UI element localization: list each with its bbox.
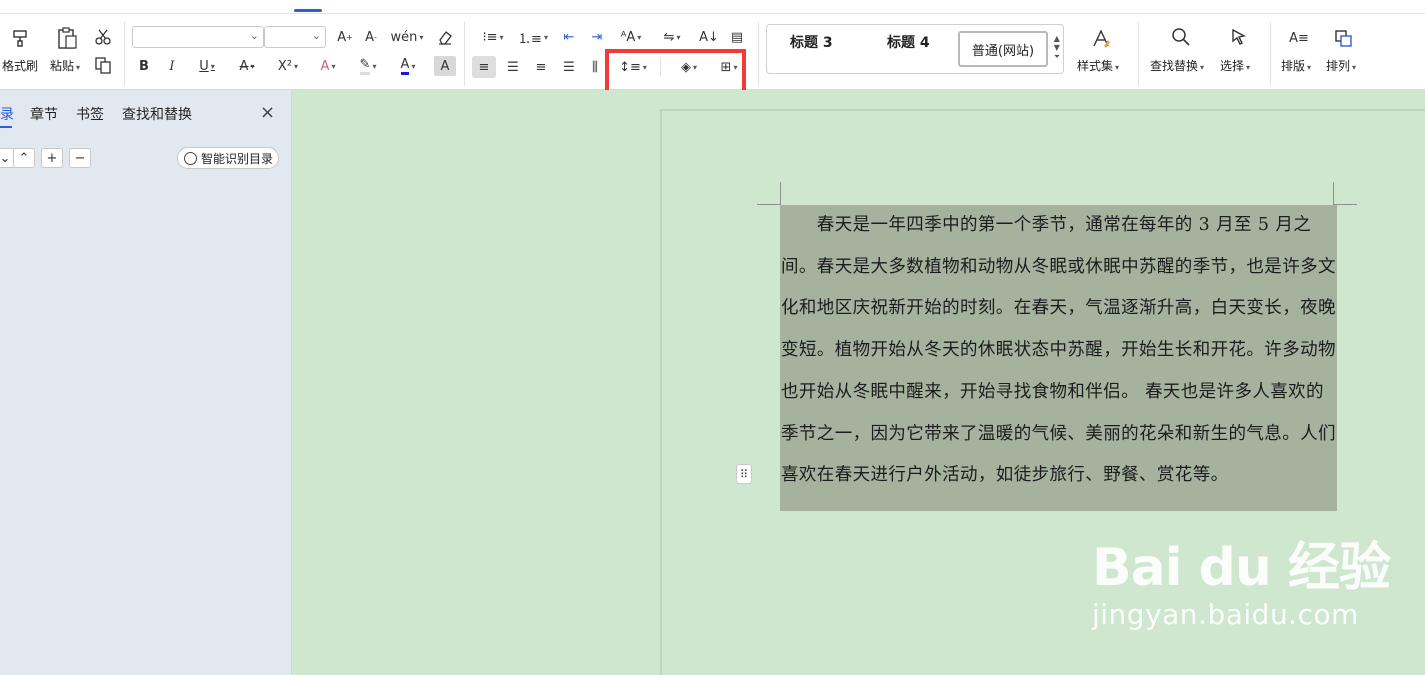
select-label[interactable]: 选择 ▾ [1220, 57, 1250, 74]
menu-tab-strip [0, 0, 1425, 14]
tab-toc[interactable]: 录 [0, 104, 14, 124]
clear-format-icon[interactable] [434, 27, 456, 47]
italic-button[interactable]: I [162, 56, 182, 76]
arrange-label[interactable]: 排列 ▾ [1326, 57, 1356, 74]
font-color-button[interactable]: A ▾ [392, 56, 424, 76]
style-heading-4[interactable]: 标题 4 [887, 32, 930, 52]
toc-expand-button[interactable]: + [41, 148, 63, 168]
style-heading-3[interactable]: 标题 3 [790, 32, 833, 52]
decrease-indent-icon[interactable]: ⇤ [558, 27, 580, 47]
separator [124, 22, 125, 86]
search-icon[interactable] [1168, 24, 1194, 50]
find-replace-label[interactable]: 查找替换 ▾ [1150, 57, 1204, 74]
copy-icon[interactable] [92, 54, 114, 76]
distributed-align-icon[interactable]: ⫼ [584, 56, 606, 78]
drag-handle-icon[interactable]: ⠿ [736, 464, 752, 484]
margin-mark [757, 204, 781, 205]
cursor-icon[interactable] [1226, 24, 1252, 50]
smart-toc-icon [184, 151, 197, 165]
align-left-icon[interactable]: ≡ [472, 56, 496, 78]
tab-toc-underline [0, 126, 12, 128]
style-gallery-scroll[interactable]: ▲ ▼ ⏷ [1051, 28, 1063, 68]
paragraph-swap-icon[interactable]: ⇋ ▾ [656, 27, 688, 47]
bold-button[interactable]: B [134, 56, 154, 76]
smart-toc-button[interactable]: 智能识别目录 [177, 147, 279, 169]
align-center-icon[interactable]: ☰ [502, 56, 524, 78]
close-icon[interactable]: × [260, 102, 275, 123]
underline-button[interactable]: U ▾ [192, 56, 222, 76]
separator [464, 22, 465, 86]
highlight-icon[interactable]: ✎ ▾ [352, 56, 384, 76]
style-normal-web[interactable]: 普通(网站) [958, 31, 1048, 67]
toc-up-button[interactable]: ⌃ [13, 148, 35, 168]
show-marks-icon[interactable]: ▤ [726, 27, 748, 47]
tab-chapters[interactable]: 章节 [30, 104, 58, 124]
arrange-icon[interactable] [1330, 26, 1356, 50]
char-shading-icon[interactable]: A [434, 56, 456, 76]
font-size-select[interactable]: ⌄ [264, 26, 326, 48]
margin-mark [780, 182, 781, 204]
style-set-label[interactable]: 样式集 ▾ [1077, 57, 1119, 74]
increase-indent-icon[interactable]: ⇥ [586, 27, 608, 47]
font-name-select[interactable]: ⌄ [132, 26, 264, 48]
separator [758, 22, 759, 86]
watermark-logo: Bai du 经验 [1092, 538, 1391, 598]
navigation-pane: 录 章节 书签 查找和替换 × ⌄ ⌃ + − 智能识别目录 [0, 90, 292, 675]
document-paragraph[interactable]: 春天是一年四季中的第一个季节，通常在每年的 3 月至 5 月之间。春天是大多数植… [781, 205, 1341, 497]
tab-find-replace[interactable]: 查找和替换 [122, 104, 192, 124]
format-painter-label[interactable]: 格式刷 [2, 57, 38, 74]
bullet-list-icon[interactable]: ⁝≡ ▾ [476, 27, 510, 47]
separator [1270, 22, 1271, 86]
superscript-button[interactable]: X² ▾ [272, 56, 304, 76]
numbered-list-icon[interactable]: ⒈≡ ▾ [516, 27, 550, 47]
tab-bookmarks[interactable]: 书签 [76, 104, 104, 124]
margin-mark [1333, 182, 1334, 204]
grow-font-icon[interactable]: A + [334, 27, 356, 47]
active-tab-indicator [294, 9, 322, 12]
baidu-watermark: Bai du 经验 jingyan.baidu.com [1092, 525, 1391, 631]
justify-icon[interactable]: ☰ [558, 56, 580, 78]
watermark-url: jingyan.baidu.com [1092, 598, 1359, 631]
smart-toc-label: 智能识别目录 [201, 151, 274, 166]
text-direction-icon[interactable]: ᴬA ▾ [614, 27, 648, 47]
paste-label[interactable]: 粘贴 ▾ [50, 57, 80, 74]
strikethrough-button[interactable]: A ▾ [232, 56, 262, 76]
layout-label[interactable]: 排版 ▾ [1281, 57, 1311, 74]
align-right-icon[interactable]: ≡ [530, 56, 552, 78]
cut-icon[interactable] [92, 26, 114, 48]
toc-collapse-button[interactable]: − [69, 148, 91, 168]
separator [1138, 22, 1139, 86]
sort-icon[interactable]: A↓ [698, 27, 720, 47]
paste-icon[interactable] [54, 24, 80, 52]
text-effect-icon[interactable]: A ▾ [312, 56, 344, 76]
format-painter-icon[interactable] [8, 26, 32, 50]
layout-icon[interactable]: A≡ [1286, 26, 1312, 50]
shrink-font-icon[interactable]: A- [360, 27, 382, 47]
phonetic-guide-icon[interactable]: wén ▾ [390, 27, 424, 47]
style-set-icon[interactable] [1088, 26, 1114, 52]
